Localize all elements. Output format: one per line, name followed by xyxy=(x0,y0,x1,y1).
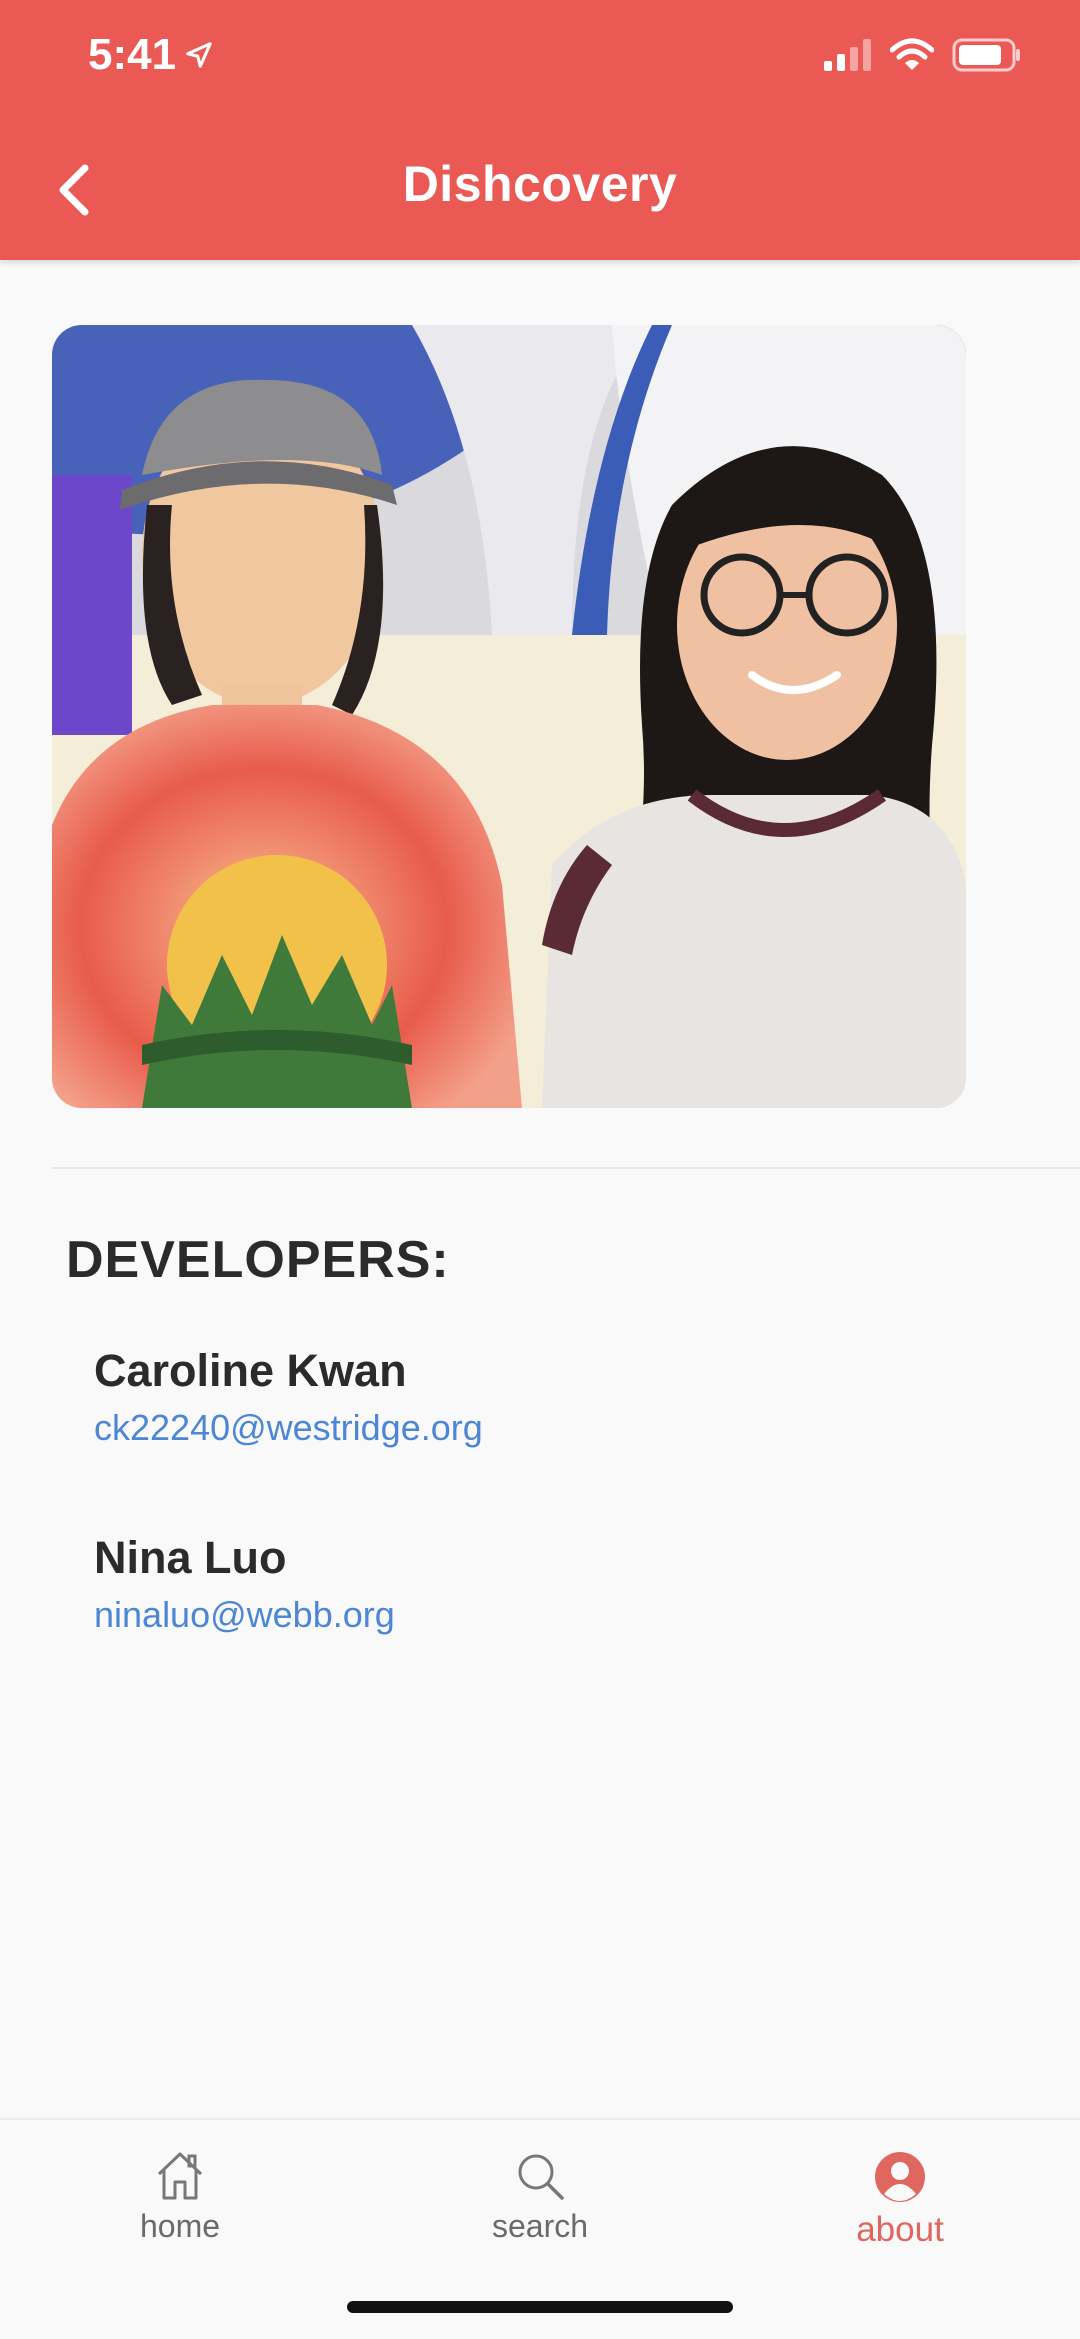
home-icon xyxy=(157,2152,203,2200)
tab-home[interactable]: home xyxy=(80,2150,280,2245)
tab-search[interactable]: search xyxy=(440,2150,640,2245)
photo-illustration xyxy=(52,325,966,1108)
developers-photo xyxy=(52,325,966,1108)
developer-name: Nina Luo xyxy=(94,1532,287,1583)
developer-name: Caroline Kwan xyxy=(94,1345,407,1396)
tab-search-label: search xyxy=(491,2208,589,2244)
section-divider xyxy=(52,1167,1080,1169)
nav-header: 5:41 Dishcovery xyxy=(0,0,1080,260)
search-icon xyxy=(518,2154,564,2200)
tab-about-label: about xyxy=(856,2210,944,2249)
location-arrow-icon xyxy=(186,42,212,68)
status-time: 5:41 xyxy=(88,30,177,79)
developers-heading: DEVELOPERS: xyxy=(66,1231,450,1289)
status-time-group: 5:41 xyxy=(88,30,214,80)
page-title: Dishcovery xyxy=(402,156,678,212)
developer-card: Caroline Kwan ck22240@westridge.org xyxy=(94,1345,483,1449)
battery-icon xyxy=(952,38,1020,72)
person-circle-icon xyxy=(875,2152,925,2202)
cellular-signal-icon xyxy=(824,39,871,71)
developer-email-link[interactable]: ninaluo@webb.org xyxy=(94,1594,395,1636)
status-indicators xyxy=(824,38,1022,72)
home-indicator[interactable] xyxy=(347,2301,733,2313)
wifi-icon xyxy=(890,38,934,70)
developer-card: Nina Luo ninaluo@webb.org xyxy=(94,1532,395,1636)
developer-email-link[interactable]: ck22240@westridge.org xyxy=(94,1407,483,1449)
tab-about[interactable]: about xyxy=(800,2150,1000,2250)
tab-home-label: home xyxy=(139,2208,221,2244)
